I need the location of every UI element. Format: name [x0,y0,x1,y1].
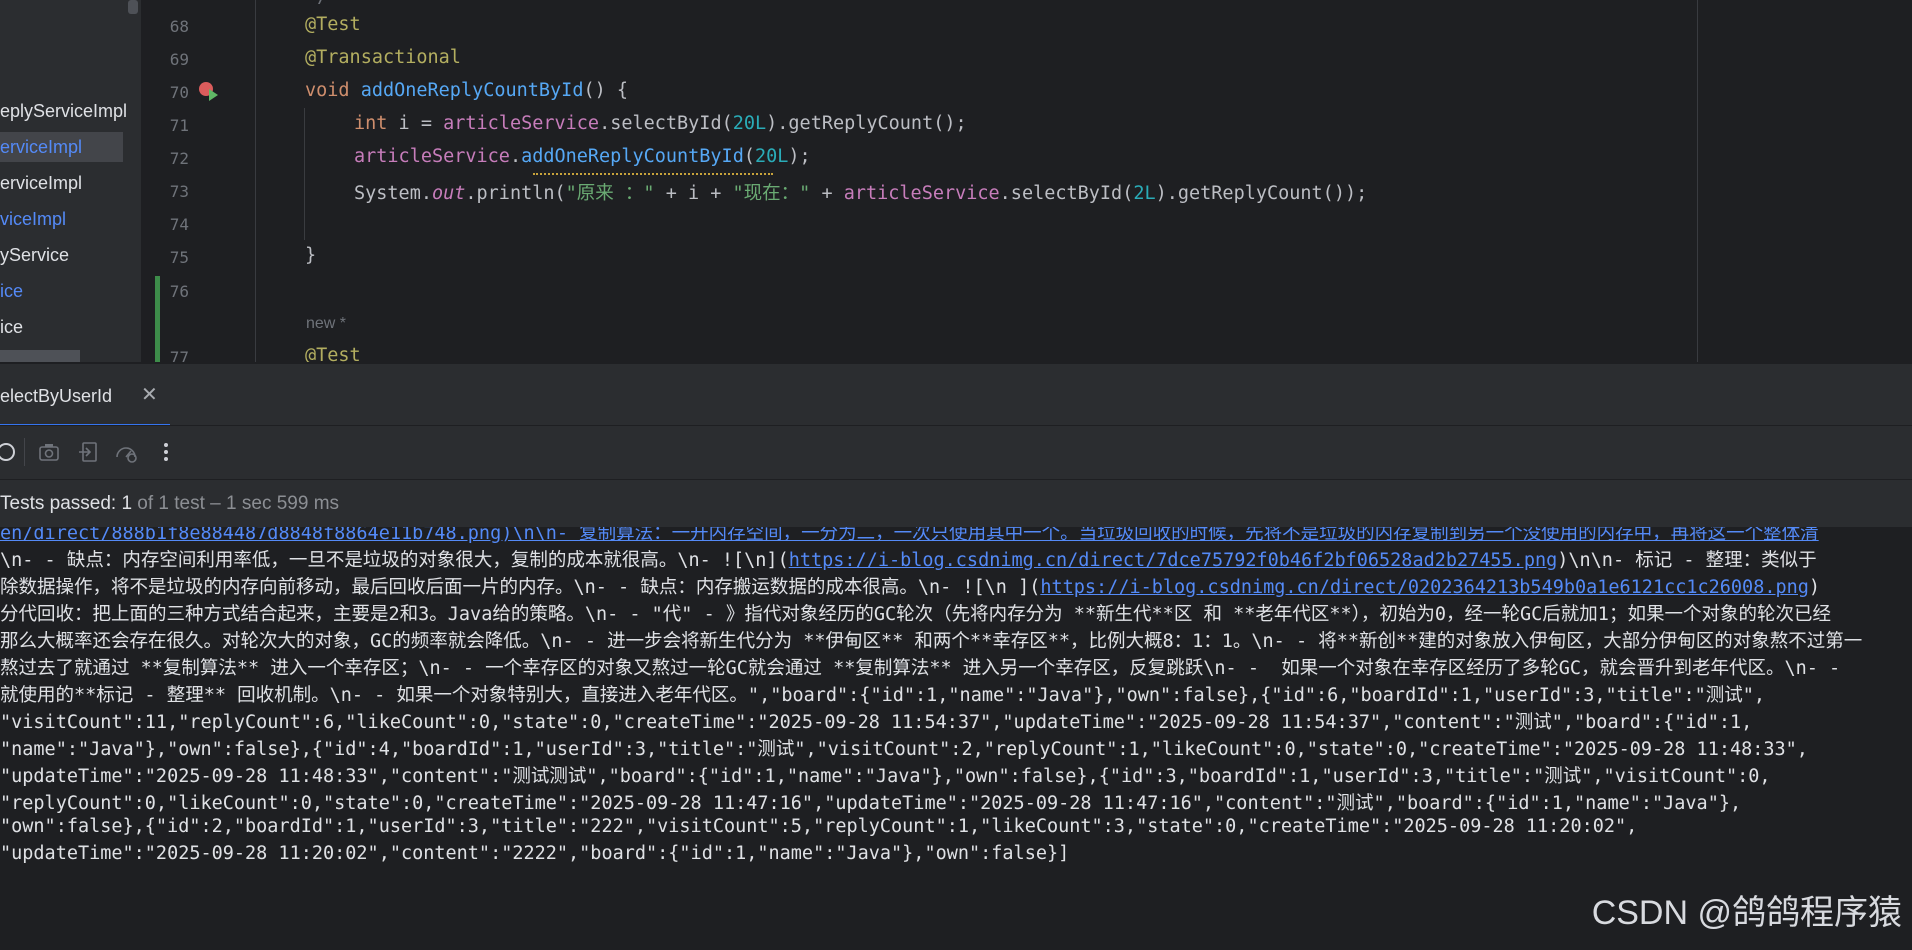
run-tool-window-tabs: electByUserId ✕ [0,363,1912,427]
author-hint: new * [306,315,347,332]
code-token: . [509,146,522,167]
console-line: "visitCount":11,"replyCount":6,"likeCoun… [0,712,1753,733]
code-line-71: int i = articleService.selectById(20L).g… [354,113,967,134]
code-token: ); [788,146,811,167]
console-line: 那么大概率还会存在很久。对轮次大的对象，GC的频率就会降低。\n- - 进一步会… [0,631,1863,652]
line-number: 76 [169,282,189,301]
code-token: .selectById( [999,183,1134,204]
tests-passed-status: Tests passed: 1 of 1 test – 1 sec 599 ms [0,493,339,515]
code-line-73: System.out.println("原来 ：" + i + "现在：" + … [354,179,1367,205]
code-token: ).getReplyCount(); [766,113,967,134]
project-sidebar: eplyServiceImpl erviceImpl erviceImpl vi… [0,0,141,362]
indent-guide [304,108,305,240]
console-text: \n- - 缺点：内存空间利用率低，一旦不是垃圾的对象很大，复制的成本就很高。\… [0,550,789,571]
code-token: articleService [443,113,600,134]
code-token: addOneReplyCountById [360,80,584,101]
code-line-69: @Transactional [305,47,461,68]
sidebar-item[interactable]: eplyServiceImpl [0,96,127,126]
code-token: "原来 ：" [565,183,655,204]
line-number: 69 [169,50,189,69]
line-number: 70 [169,83,189,102]
line-number: 72 [169,149,189,168]
code-line-75: } [305,245,317,266]
sidebar-item[interactable]: ice [0,276,23,306]
code-editor[interactable]: */ 68 69 70 71 72 73 74 75 76 77 @Test @… [141,0,1912,362]
code-line-72: articleService.addOneReplyCountById(20L)… [354,146,811,167]
sidebar-item[interactable]: erviceImpl [0,168,82,198]
console-line: "updateTime":"2025-09-28 11:48:33","cont… [0,766,1771,787]
sidebar-item-partial[interactable] [0,350,80,362]
console-line: "own":false},{"id":2,"boardId":1,"userId… [0,816,1638,837]
code-line-68: @Test [305,14,361,35]
line-number: 71 [169,116,189,135]
console-link[interactable]: https://i-blog.csdnimg.cn/direct/0202364… [1040,577,1809,598]
tab-run-config[interactable]: electByUserId ✕ [0,364,170,427]
code-token: addOneReplyCountById [521,146,744,167]
right-margin-line [1697,0,1698,362]
coverage-icon[interactable] [114,440,138,464]
console-line: "name":"Java"},"own":false},{"id":4,"boa… [0,739,1808,760]
comment-fragment: */ [306,0,328,7]
console-text: )\n\n- 标记 - 整理：类似于 [1557,550,1817,571]
code-token: int [354,113,388,134]
console-line: 除数据操作，将不是垃圾的内存向前移动，最后回收后面一片的内存。\n- - 缺点：… [0,573,1820,599]
code-token: articleService [843,183,1000,204]
console-line: "replyCount":0,"likeCount":0,"state":0,"… [0,793,1742,814]
console-line: 熬过去了就通过 **复制算法** 进入一个幸存区；\n- - 一个幸存区的对象又… [0,658,1841,679]
rerun-icon[interactable] [0,440,18,464]
toolbar-divider [24,438,25,466]
csdn-watermark: CSDN @鸽鸽程序猿 [1591,894,1902,932]
code-token: void [305,80,350,101]
console-output[interactable]: en/direct/888b1f8e884487d8848f8864e11b74… [0,527,1912,950]
console-link[interactable]: en/direct/888b1f8e884487d8848f8864e11b74… [0,527,1819,544]
camera-icon[interactable] [37,440,61,464]
more-options-icon[interactable] [154,440,178,464]
console-line: en/direct/888b1f8e884487d8848f8864e11b74… [0,527,1819,545]
code-token: 2L [1133,183,1156,204]
code-token: System. [354,183,432,204]
test-status-bar: Tests passed: 1 of 1 test – 1 sec 599 ms [0,479,1912,528]
sidebar-item[interactable]: yService [0,240,69,270]
code-line-77: @Test [305,345,361,362]
run-test-icon[interactable] [209,89,218,101]
line-number: 75 [169,248,189,267]
line-number: 74 [169,215,189,234]
code-token: + [810,183,844,204]
console-line: \n- - 缺点：内存空间利用率低，一旦不是垃圾的对象很大，复制的成本就很高。\… [0,546,1817,572]
console-link[interactable]: https://i-blog.csdnimg.cn/direct/7dce757… [789,550,1558,571]
close-icon[interactable]: ✕ [141,382,158,407]
sidebar-scrollbar[interactable] [128,0,138,14]
tests-passed-count: Tests passed: 1 [0,493,133,514]
code-token: 20L [754,146,789,167]
code-token: ( [743,146,755,167]
import-icon[interactable] [77,440,101,464]
warning-underline [533,171,773,175]
code-token: .println( [465,183,566,204]
code-token: + i + [654,183,733,204]
code-token: ).getReplyCount()); [1155,183,1368,204]
console-line: 就使用的**标记 - 整理** 回收机制。\n- - 如果一个对象特别大，直接进… [0,685,1766,706]
run-toolbar [0,425,1912,480]
code-token: .selectById( [599,113,733,134]
console-text: ) [1808,577,1821,598]
line-number: 77 [169,348,189,362]
code-token: () { [583,80,629,101]
tests-duration: of 1 test – 1 sec 599 ms [132,493,340,514]
code-token: articleService [354,146,510,167]
tab-label: electByUserId [0,386,113,406]
code-line-70: void addOneReplyCountById() { [305,80,628,101]
code-token: "现在：" [732,183,811,204]
code-token: out [431,183,466,204]
code-token: 20L [732,113,767,134]
gutter-separator [255,0,256,362]
console-line: 分代回收：把上面的三种方式结合起来，主要是2和3。Java给的策略。\n- - … [0,604,1831,625]
code-token: i = [387,113,444,134]
sidebar-item[interactable]: viceImpl [0,204,66,234]
sidebar-item[interactable]: ice [0,312,23,342]
console-line: "updateTime":"2025-09-28 11:20:02","cont… [0,843,1070,864]
console-text: 除数据操作，将不是垃圾的内存向前移动，最后回收后面一片的内存。\n- - 缺点：… [0,577,1041,598]
line-number: 68 [169,17,189,36]
line-number: 73 [169,182,189,201]
sidebar-item-selected[interactable]: erviceImpl [0,132,123,162]
